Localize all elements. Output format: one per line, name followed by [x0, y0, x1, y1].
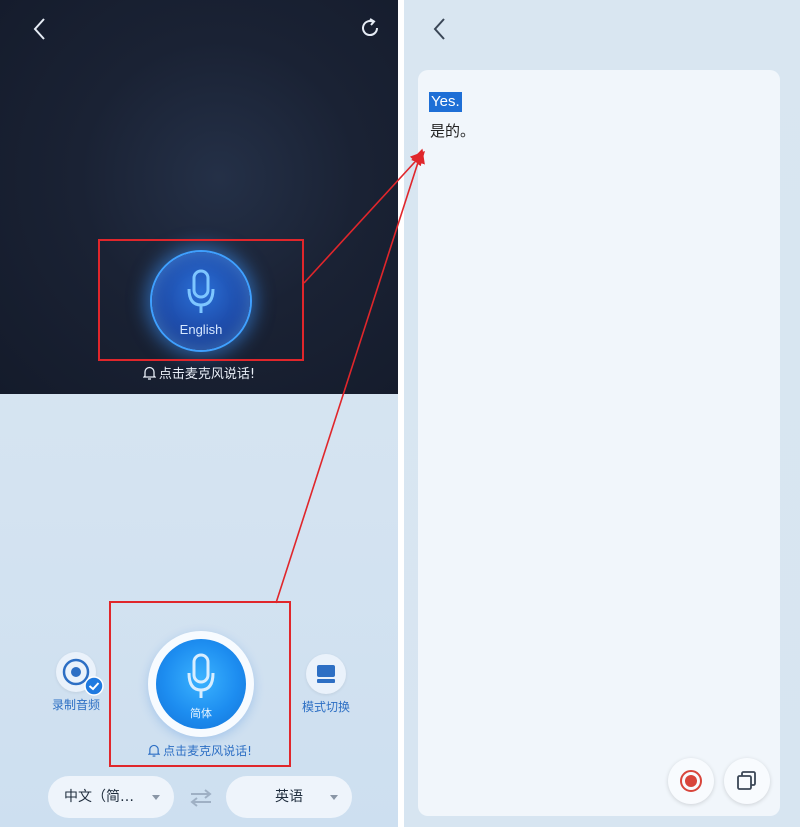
- refresh-icon[interactable]: [358, 16, 382, 40]
- source-language-select[interactable]: 中文（简…: [48, 776, 174, 818]
- mode-switch-button[interactable]: 模式切换: [294, 654, 358, 715]
- bell-icon: [142, 366, 156, 380]
- tap-mic-hint: 点击麦克风说话!: [0, 363, 398, 382]
- back-icon[interactable]: [28, 14, 52, 44]
- annotation-box-top: [98, 239, 304, 361]
- record-button[interactable]: [668, 758, 714, 804]
- chevron-down-icon: [330, 795, 338, 800]
- hint-text: 点击麦克风说话!: [158, 367, 256, 382]
- source-language-label: 中文（简…: [64, 789, 134, 805]
- transcript-card: Yes. 是的。: [418, 70, 780, 816]
- copy-icon: [737, 771, 756, 790]
- annotation-box-bottom: [109, 601, 291, 767]
- right-screen: Yes. 是的。: [404, 0, 800, 827]
- target-language-select[interactable]: 英语: [226, 776, 352, 818]
- record-audio-label: 录制音频: [51, 698, 100, 712]
- back-icon[interactable]: [428, 14, 452, 44]
- checkmark-icon: [84, 676, 104, 696]
- record-icon: [56, 652, 104, 696]
- record-icon: [680, 770, 702, 792]
- swap-icon[interactable]: [188, 788, 214, 808]
- mode-switch-icon: [306, 654, 346, 694]
- target-language-label: 英语: [275, 789, 303, 805]
- record-audio-button[interactable]: 录制音频: [44, 652, 108, 713]
- chevron-down-icon: [152, 795, 160, 800]
- transcript-english[interactable]: Yes.: [429, 92, 462, 112]
- mode-switch-label: 模式切换: [301, 700, 350, 714]
- transcript-chinese[interactable]: 是的。: [430, 120, 475, 141]
- copy-button[interactable]: [724, 758, 770, 804]
